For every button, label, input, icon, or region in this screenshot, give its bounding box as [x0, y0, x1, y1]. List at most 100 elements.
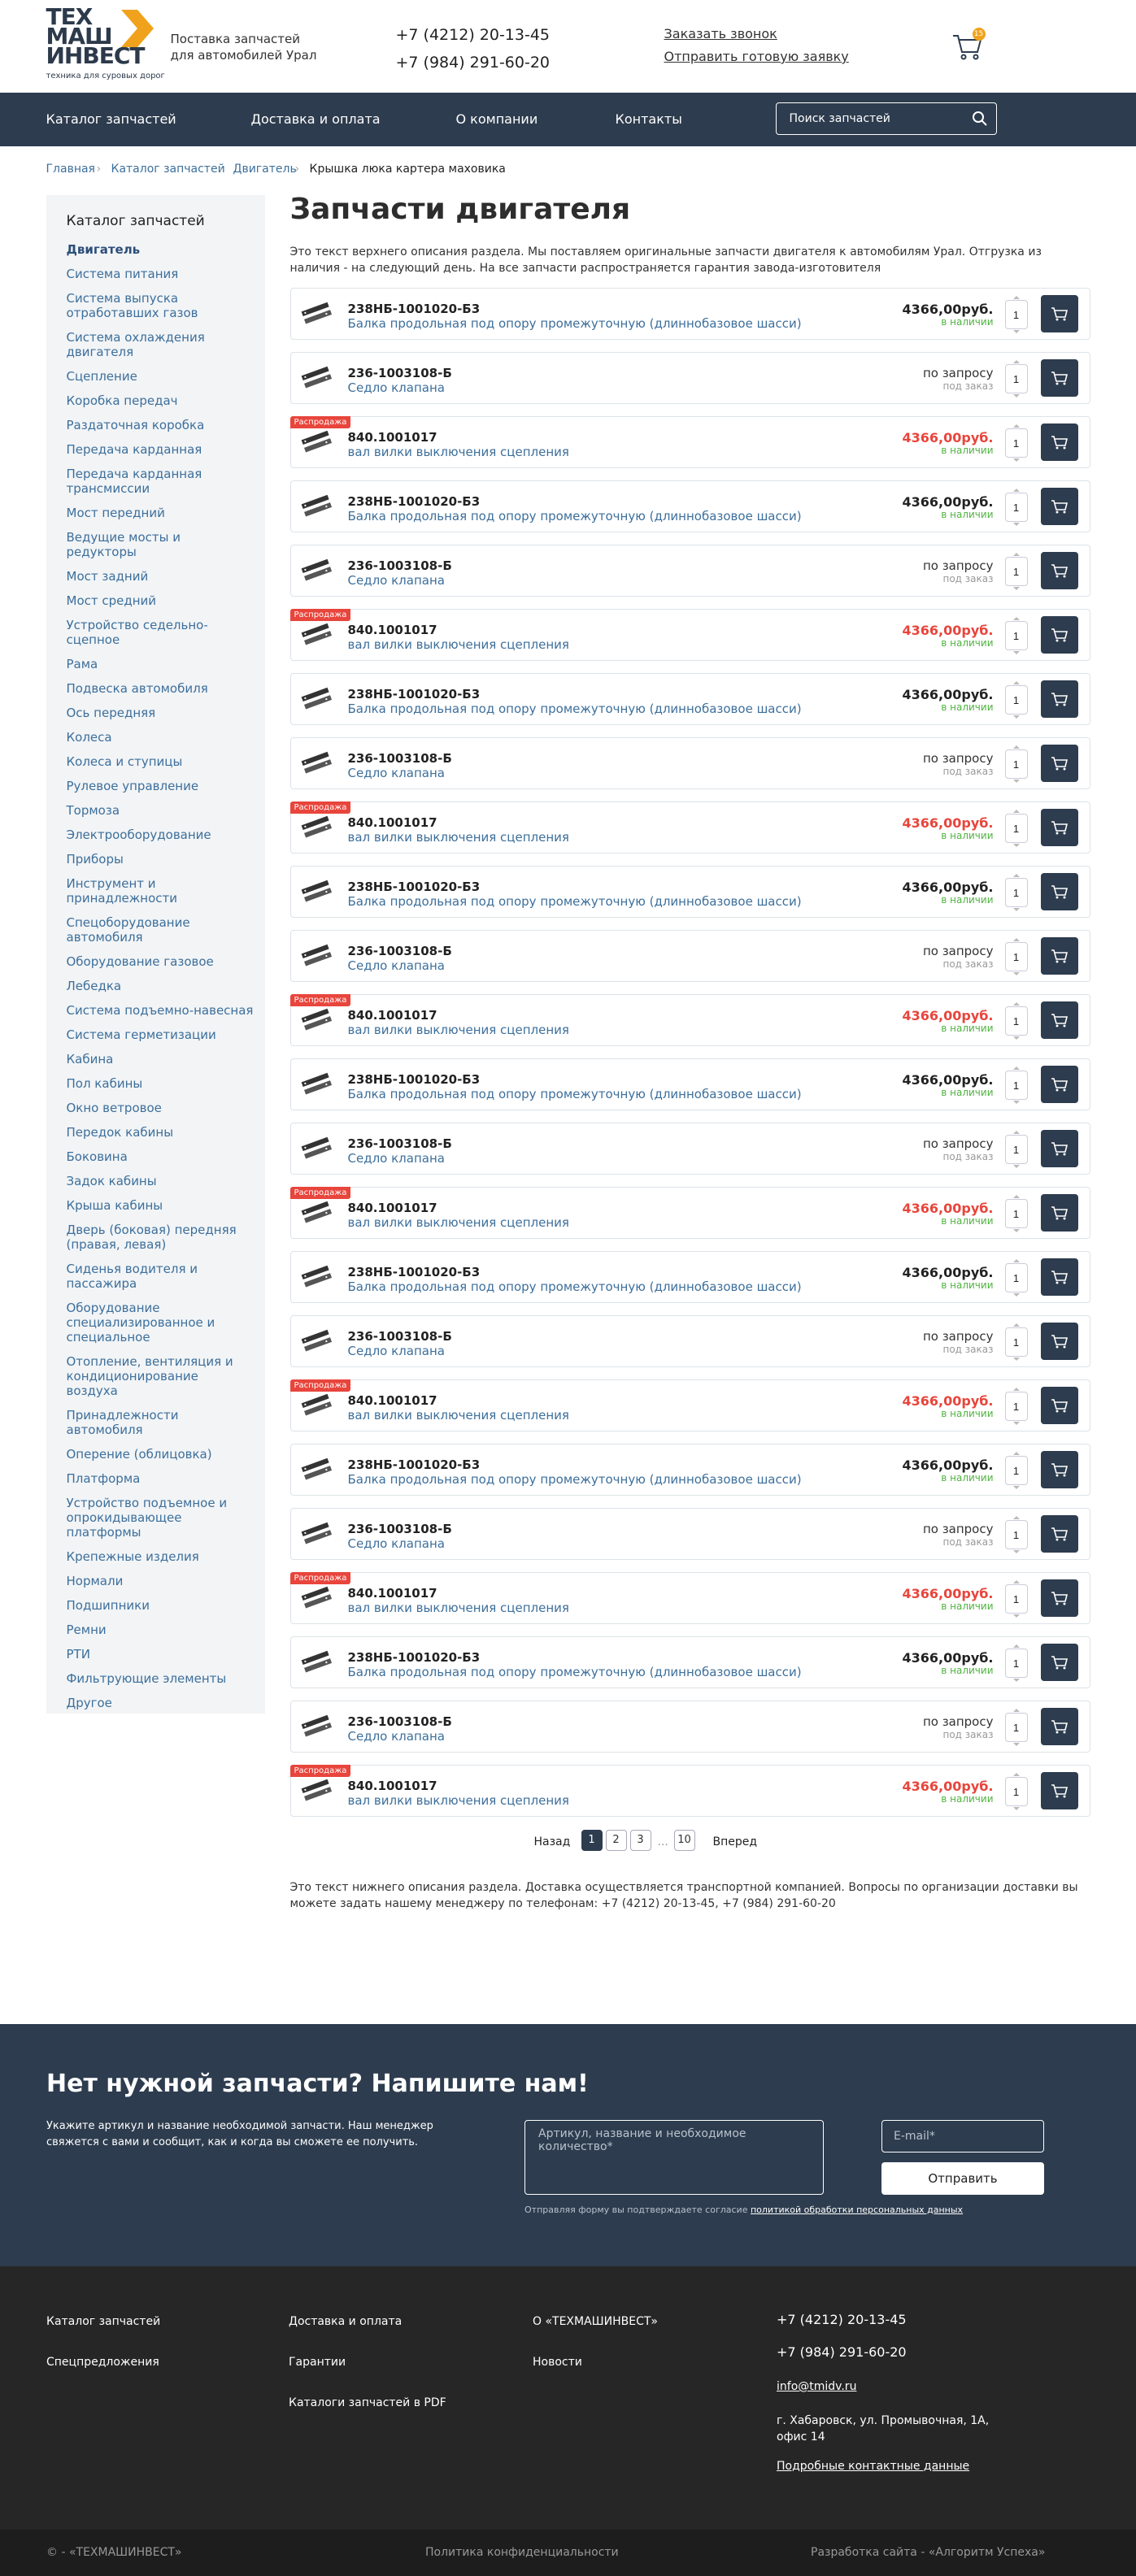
decrement-arrow-icon[interactable]	[1012, 1036, 1020, 1040]
product-name[interactable]: Седло клапана	[348, 1151, 445, 1166]
quantity-input[interactable]	[1008, 1592, 1024, 1605]
quantity-input[interactable]	[1008, 565, 1024, 578]
quantity-input[interactable]	[1008, 1464, 1024, 1477]
product-article[interactable]: 840.1001017	[348, 1201, 437, 1215]
sidebar-item[interactable]: Нормали	[67, 1569, 254, 1593]
product-name[interactable]: вал вилки выключения сцепления	[348, 1215, 569, 1230]
product-article[interactable]: 236-1003108-Б	[348, 1522, 452, 1536]
footer-link[interactable]: О «ТЕХМАШИНВЕСТ»	[533, 2315, 658, 2328]
product-article[interactable]: 238НБ-1001020-Б3	[348, 1650, 481, 1665]
pagination-page[interactable]: 3	[629, 1830, 651, 1851]
search-icon[interactable]	[972, 111, 988, 127]
product-article[interactable]: 840.1001017	[348, 1393, 437, 1408]
decrement-arrow-icon[interactable]	[1012, 1743, 1020, 1746]
sidebar-item[interactable]: Электрооборудование	[67, 823, 254, 847]
increment-arrow-icon[interactable]	[1012, 489, 1020, 492]
pagination-page[interactable]: 10	[673, 1830, 695, 1851]
increment-arrow-icon[interactable]	[1012, 553, 1020, 556]
add-to-cart-button[interactable]	[1040, 1001, 1078, 1039]
increment-arrow-icon[interactable]	[1012, 1580, 1020, 1583]
product-name[interactable]: Седло клапана	[348, 380, 445, 395]
request-textarea[interactable]	[524, 2120, 824, 2195]
product-thumbnail[interactable]	[301, 555, 333, 588]
nav-item-contacts[interactable]: Контакты	[616, 93, 682, 146]
quantity-input[interactable]	[1008, 886, 1024, 899]
product-name[interactable]: вал вилки выключения сцепления	[348, 445, 569, 459]
product-article[interactable]: 236-1003108-Б	[348, 1136, 452, 1151]
increment-arrow-icon[interactable]	[1012, 681, 1020, 684]
add-to-cart-button[interactable]	[1040, 1515, 1078, 1553]
quantity-input[interactable]	[1008, 1400, 1024, 1413]
footer-link[interactable]: Новости	[533, 2356, 582, 2369]
sidebar-item[interactable]: Устройство подъемное и опрокидывающее пл…	[67, 1491, 254, 1544]
header-phone[interactable]: +7 (984) 291-60-20	[396, 49, 551, 76]
decrement-arrow-icon[interactable]	[1012, 330, 1020, 333]
increment-arrow-icon[interactable]	[1012, 874, 1020, 877]
increment-arrow-icon[interactable]	[1012, 424, 1020, 428]
increment-arrow-icon[interactable]	[1012, 938, 1020, 941]
quantity-input[interactable]	[1008, 1336, 1024, 1349]
add-to-cart-button[interactable]	[1040, 552, 1078, 589]
nav-item-catalog[interactable]: Каталог запчастей	[46, 93, 176, 146]
increment-arrow-icon[interactable]	[1012, 1388, 1020, 1391]
product-name[interactable]: Балка продольная под опору промежуточную…	[348, 509, 802, 523]
sidebar-item[interactable]: Рулевое управление	[67, 774, 254, 798]
decrement-arrow-icon[interactable]	[1012, 1358, 1020, 1361]
product-name[interactable]: Балка продольная под опору промежуточную…	[348, 894, 802, 909]
add-to-cart-button[interactable]	[1040, 1579, 1078, 1617]
breadcrumb-engine[interactable]: Двигатель	[233, 163, 297, 176]
privacy-link[interactable]: Политика конфиденциальности	[425, 2546, 619, 2559]
add-to-cart-button[interactable]	[1040, 809, 1078, 846]
add-to-cart-button[interactable]	[1040, 1130, 1078, 1167]
footer-link[interactable]: Гарантии	[289, 2356, 346, 2369]
decrement-arrow-icon[interactable]	[1012, 394, 1020, 397]
increment-arrow-icon[interactable]	[1012, 1002, 1020, 1006]
increment-arrow-icon[interactable]	[1012, 1259, 1020, 1262]
quantity-input[interactable]	[1008, 1721, 1024, 1734]
quantity-input[interactable]	[1008, 308, 1024, 321]
decrement-arrow-icon[interactable]	[1012, 1422, 1020, 1425]
product-name[interactable]: Седло клапана	[348, 1536, 445, 1551]
increment-arrow-icon[interactable]	[1012, 745, 1020, 749]
product-name[interactable]: Седло клапана	[348, 958, 445, 973]
quantity-input[interactable]	[1008, 1657, 1024, 1670]
add-to-cart-button[interactable]	[1040, 424, 1078, 461]
product-name[interactable]: Балка продольная под опору промежуточную…	[348, 1087, 802, 1101]
sidebar-item[interactable]: Окно ветровое	[67, 1096, 254, 1120]
quantity-input[interactable]	[1008, 758, 1024, 771]
quantity-input[interactable]	[1008, 950, 1024, 963]
increment-arrow-icon[interactable]	[1012, 1709, 1020, 1712]
quantity-input[interactable]	[1008, 372, 1024, 385]
increment-arrow-icon[interactable]	[1012, 360, 1020, 363]
product-thumbnail[interactable]	[301, 619, 333, 652]
increment-arrow-icon[interactable]	[1012, 1644, 1020, 1648]
increment-arrow-icon[interactable]	[1012, 1131, 1020, 1134]
product-thumbnail[interactable]	[301, 1518, 333, 1551]
sidebar-item[interactable]: Передача карданная	[67, 437, 254, 462]
product-thumbnail[interactable]	[301, 1711, 333, 1744]
sidebar-item[interactable]: Рама	[67, 652, 254, 676]
footer-phone[interactable]: +7 (984) 291-60-20	[777, 2344, 907, 2360]
sidebar-item[interactable]: Двигатель	[67, 237, 254, 262]
product-name[interactable]: вал вилки выключения сцепления	[348, 1408, 569, 1423]
add-to-cart-button[interactable]	[1040, 359, 1078, 397]
product-article[interactable]: 236-1003108-Б	[348, 366, 452, 380]
sidebar-item[interactable]: Задок кабины	[67, 1169, 254, 1193]
increment-arrow-icon[interactable]	[1012, 1323, 1020, 1327]
product-article[interactable]: 238НБ-1001020-Б3	[348, 1072, 481, 1087]
product-thumbnail[interactable]	[301, 1583, 333, 1615]
sidebar-item[interactable]: Платформа	[67, 1466, 254, 1491]
sidebar-item[interactable]: Инструмент и принадлежности	[67, 871, 254, 910]
sidebar-item[interactable]: Система герметизации	[67, 1023, 254, 1047]
decrement-arrow-icon[interactable]	[1012, 458, 1020, 462]
add-to-cart-button[interactable]	[1040, 1387, 1078, 1424]
sidebar-item[interactable]: Крепежные изделия	[67, 1544, 254, 1569]
product-name[interactable]: Балка продольная под опору промежуточную…	[348, 702, 802, 716]
product-article[interactable]: 236-1003108-Б	[348, 944, 452, 958]
product-thumbnail[interactable]	[301, 1390, 333, 1423]
product-article[interactable]: 236-1003108-Б	[348, 1329, 452, 1344]
product-thumbnail[interactable]	[301, 940, 333, 973]
sidebar-item[interactable]: Другое	[67, 1691, 254, 1715]
sidebar-item[interactable]: Пол кабины	[67, 1071, 254, 1096]
quantity-input[interactable]	[1008, 1528, 1024, 1541]
